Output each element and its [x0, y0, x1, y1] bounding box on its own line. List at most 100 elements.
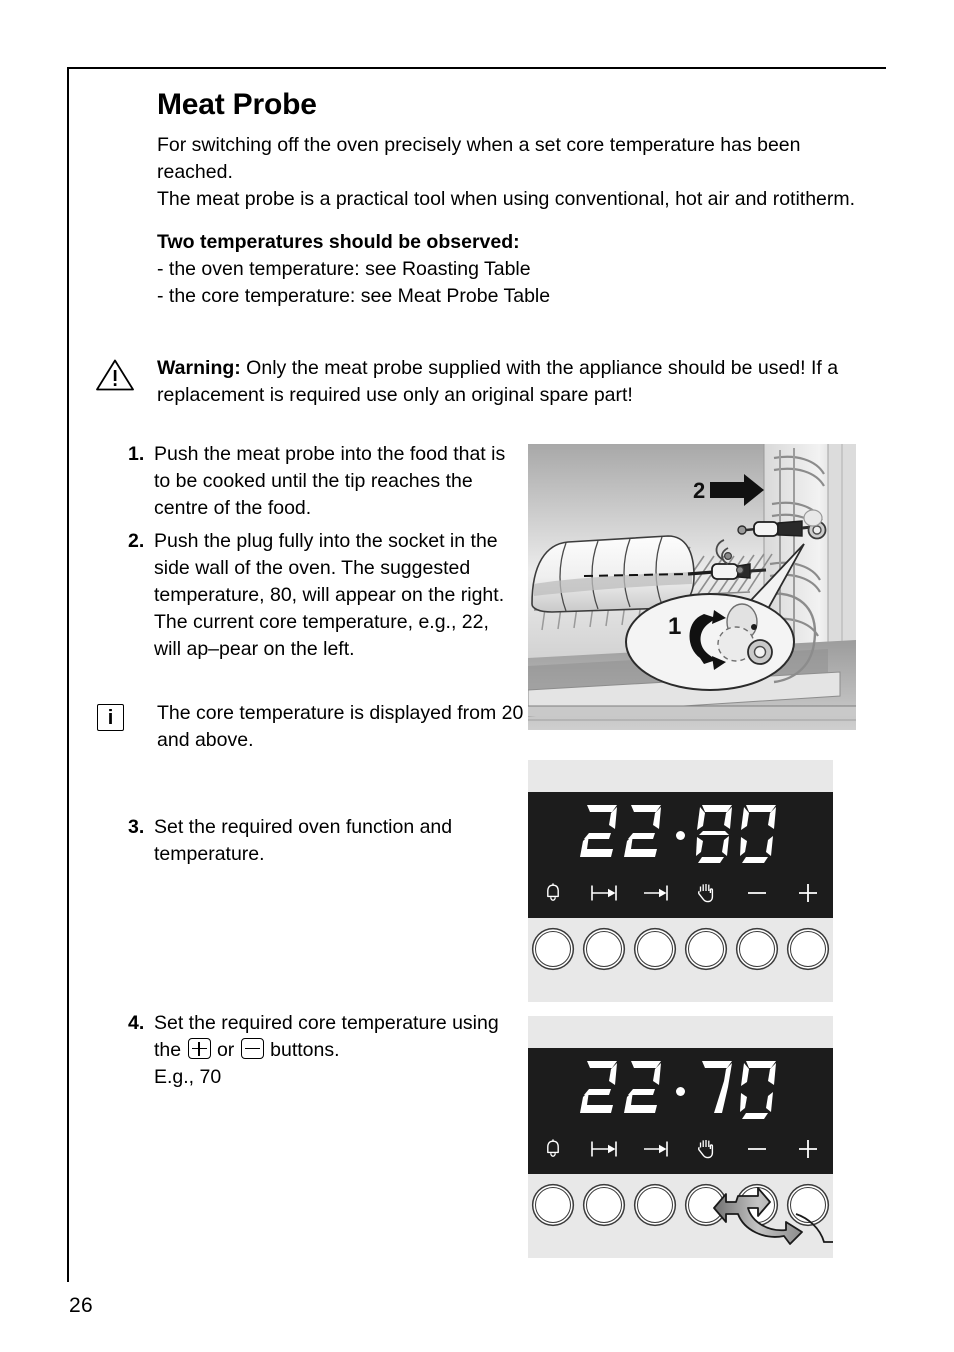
stop-hand-icon [680, 876, 731, 910]
bell-icon [528, 876, 579, 910]
step-4-text-after: buttons. [264, 1039, 340, 1061]
display-right-value [694, 801, 782, 863]
step-4-number: 4. [128, 1012, 145, 1034]
oven-illustration-svg: 2 1 [528, 444, 856, 730]
button-cell-duration[interactable] [579, 1187, 630, 1223]
oven-callout-1-label: 1 [668, 613, 681, 640]
plus-icon [782, 876, 833, 910]
oven-display [528, 1048, 833, 1174]
button-end-time[interactable] [637, 931, 674, 967]
end-time-icon [630, 876, 681, 910]
display-right-value [694, 1057, 782, 1119]
button-cell-plus[interactable] [782, 931, 833, 967]
intro-paragraph-1: For switching off the oven precisely whe… [157, 134, 801, 183]
button-cell-bell[interactable] [528, 1187, 579, 1223]
button-cell-duration[interactable] [579, 931, 630, 967]
step-1-text: Push the meat probe into the food that i… [154, 443, 506, 519]
minus-icon-svg [747, 892, 766, 894]
step-3: 3. Set the required oven function and te… [128, 814, 520, 868]
warning-triangle-icon [95, 358, 139, 392]
cook-duration-icon [579, 876, 630, 910]
stop-hand-icon [680, 1132, 731, 1166]
button-plus[interactable] [789, 931, 826, 967]
oven-with-meat-probe-illustration: 2 1 [528, 444, 856, 730]
bell-icon-svg [547, 883, 560, 901]
cook-duration-icon [579, 1132, 630, 1166]
end-time-icon-svg [644, 1141, 668, 1157]
end-time-icon-svg [644, 885, 668, 901]
info-i-glyph: i [97, 704, 124, 731]
warning-triangle-icon-svg [96, 359, 134, 391]
step-2-number: 2. [128, 530, 145, 552]
plus-icon-svg [798, 1140, 817, 1158]
temperature-line-core: - the core temperature: see Meat Probe T… [157, 285, 551, 307]
button-plus[interactable] [789, 1187, 826, 1223]
oven-display [528, 792, 833, 918]
button-cell-plus[interactable] [782, 1187, 833, 1223]
warning-label: Warning: [157, 357, 241, 379]
bell-icon [528, 1132, 579, 1166]
button-cell-end-time[interactable] [630, 1187, 681, 1223]
panel-bottom-strip [528, 980, 833, 1002]
step-2: 2. Push the plug fully into the socket i… [128, 528, 520, 663]
warning-text-block: Warning: Only the meat probe supplied wi… [157, 355, 869, 409]
bell-icon-svg [547, 1139, 560, 1157]
button-cell-stop[interactable] [680, 931, 731, 967]
plus-icon-svg [798, 884, 817, 902]
panel-button-row [528, 1174, 833, 1245]
step-4-text: Set the required core temperature using … [154, 1010, 520, 1091]
cook-duration-icon-svg [591, 1141, 618, 1157]
plus-icon [782, 1132, 833, 1166]
button-minus[interactable] [738, 1187, 775, 1223]
button-minus[interactable] [738, 931, 775, 967]
warning-note: Warning: Only the meat probe supplied wi… [96, 355, 869, 409]
minus-icon [731, 1132, 782, 1166]
oven-callout-2-label: 2 [693, 478, 705, 503]
page-title: Meat Probe [157, 88, 317, 121]
seg-digit-2a [580, 1061, 617, 1113]
display-left-value [579, 801, 667, 863]
button-bell[interactable] [535, 931, 572, 967]
seg-digit-0 [740, 805, 776, 863]
button-cell-minus[interactable] [731, 931, 782, 967]
display-icon-row [528, 1132, 833, 1166]
seg-digit-8 [696, 805, 732, 863]
end-time-icon [630, 1132, 681, 1166]
info-i-icon: i [97, 704, 141, 731]
button-duration[interactable] [586, 931, 623, 967]
step-2-text: Push the plug fully into the socket in t… [154, 530, 505, 660]
plus-keycap-icon [187, 1038, 211, 1059]
display-digits [528, 1056, 833, 1120]
step-1-number: 1. [128, 443, 145, 465]
button-stop[interactable] [687, 1187, 724, 1223]
intro-block: Meat Probe For switching off the oven pr… [157, 88, 869, 310]
seg-digit-7 [702, 1061, 732, 1113]
step-4-example: E.g., 70 [154, 1066, 222, 1088]
display-icon-row [528, 876, 833, 910]
display-separator-dot [676, 1086, 685, 1096]
temperatures-subheading: Two temperatures should be observed: [157, 231, 520, 253]
seg-digit-2b [624, 1061, 661, 1113]
button-end-time[interactable] [637, 1187, 674, 1223]
display-separator-dot [676, 830, 685, 840]
button-bell[interactable] [535, 1187, 572, 1223]
document-page: Meat Probe For switching off the oven pr… [0, 0, 954, 1352]
button-cell-stop[interactable] [680, 1187, 731, 1223]
control-panel-step3 [528, 760, 833, 1002]
stop-hand-icon-svg [697, 884, 713, 903]
step-4-text-middle: or [211, 1039, 240, 1061]
temperature-line-oven: - the oven temperature: see Roasting Tab… [157, 258, 531, 280]
button-cell-bell[interactable] [528, 931, 579, 967]
control-panel-step4 [528, 1016, 833, 1258]
page-top-rule [68, 67, 886, 69]
panel-button-row [528, 918, 833, 980]
display-digits [528, 800, 833, 864]
minus-icon [731, 876, 782, 910]
button-duration[interactable] [586, 1187, 623, 1223]
panel-top-strip [528, 760, 833, 792]
button-cell-minus[interactable] [731, 1187, 782, 1223]
panel-top-strip [528, 1016, 833, 1048]
page-left-rule [67, 67, 69, 1282]
button-stop[interactable] [687, 931, 724, 967]
button-cell-end-time[interactable] [630, 931, 681, 967]
